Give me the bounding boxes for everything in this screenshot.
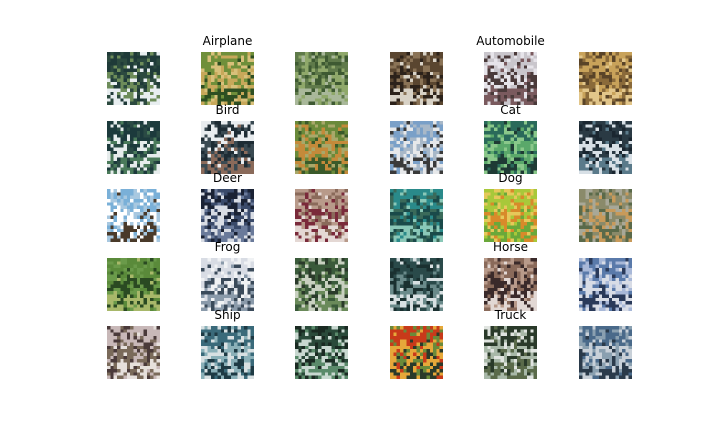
class-title: Ship <box>214 308 241 322</box>
sample-image <box>579 52 632 105</box>
sample-image <box>107 258 160 311</box>
sample-image <box>390 258 443 311</box>
sample-image <box>484 326 537 379</box>
sample-image <box>107 52 160 105</box>
sample-image <box>201 52 254 105</box>
class-title: Bird <box>215 103 240 117</box>
class-title: Airplane <box>202 34 253 48</box>
class-title: Deer <box>213 171 242 185</box>
class-title: Automobile <box>476 34 545 48</box>
sample-image <box>484 258 537 311</box>
sample-image <box>295 258 348 311</box>
sample-image <box>201 121 254 174</box>
class-title: Dog <box>498 171 523 185</box>
sample-image <box>484 121 537 174</box>
sample-image <box>201 326 254 379</box>
sample-image <box>579 258 632 311</box>
sample-image <box>107 121 160 174</box>
class-title: Cat <box>500 103 521 117</box>
sample-image <box>390 121 443 174</box>
generated-samples-grid: Airplane Automobile Bird Cat Deer Dog Frog Hors… <box>0 0 720 432</box>
sample-image <box>295 52 348 105</box>
sample-image <box>390 52 443 105</box>
class-title: Truck <box>494 308 527 322</box>
sample-image <box>579 189 632 242</box>
sample-image <box>484 52 537 105</box>
sample-image <box>201 258 254 311</box>
class-title: Horse <box>493 240 528 254</box>
sample-image <box>579 121 632 174</box>
sample-image <box>295 189 348 242</box>
sample-image <box>201 189 254 242</box>
class-title: Frog <box>214 240 241 254</box>
sample-image <box>579 326 632 379</box>
sample-image <box>295 121 348 174</box>
sample-image <box>107 189 160 242</box>
sample-image <box>484 189 537 242</box>
sample-image <box>390 189 443 242</box>
sample-image <box>295 326 348 379</box>
sample-image <box>107 326 160 379</box>
sample-image <box>390 326 443 379</box>
